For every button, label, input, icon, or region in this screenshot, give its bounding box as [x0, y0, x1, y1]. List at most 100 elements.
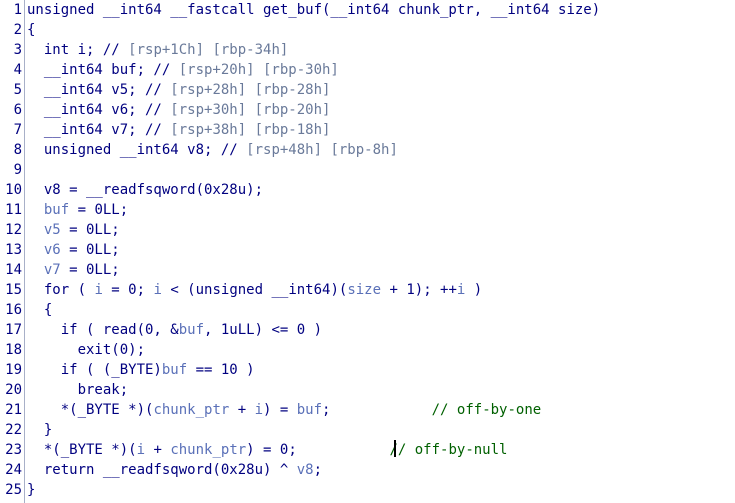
code-line[interactable]: 18 exit(0);: [0, 340, 735, 360]
code-token: = 0;: [102, 282, 154, 298]
code-line[interactable]: 25}: [0, 480, 735, 500]
code-line[interactable]: 16 {: [0, 300, 735, 320]
code-line[interactable]: 10 v8 = __readfsqword(0x28u);: [0, 180, 735, 200]
code-line[interactable]: 5 __int64 v5; // [rsp+28h] [rbp-28h]: [0, 80, 735, 100]
line-number: 19: [5, 362, 22, 378]
line-code: if ( (_BYTE)buf == 10 ): [27, 360, 255, 380]
line-number: 6: [13, 102, 22, 118]
code-line[interactable]: 9: [0, 160, 735, 180]
code-line[interactable]: 14 v7 = 0LL;: [0, 260, 735, 280]
line-number: 8: [13, 142, 22, 158]
code-token: __int64 v7; //: [27, 122, 171, 138]
line-code: __int64 buf; // [rsp+20h] [rbp-30h]: [27, 60, 339, 80]
code-token: buf: [161, 362, 188, 378]
line-number: 13: [5, 242, 22, 258]
code-line[interactable]: 15 for ( i = 0; i < (unsigned __int64)(s…: [0, 280, 735, 300]
code-token: +: [145, 442, 171, 458]
code-token: v5: [43, 222, 61, 238]
text-caret: [394, 440, 396, 457]
line-number: 3: [13, 42, 22, 58]
code-token: v8 = __readfsqword(0x28u);: [27, 182, 264, 198]
code-token: for (: [27, 282, 95, 298]
line-number: 2: [13, 22, 22, 38]
line-number: 9: [13, 162, 22, 178]
line-code: v6 = 0LL;: [27, 240, 120, 260]
code-line[interactable]: 20 break;: [0, 380, 735, 400]
code-line[interactable]: 4 __int64 buf; // [rsp+20h] [rbp-30h]: [0, 60, 735, 80]
line-code: buf = 0LL;: [27, 200, 128, 220]
code-line[interactable]: 2{: [0, 20, 735, 40]
code-token: i: [136, 442, 146, 458]
code-token: [rsp+38h] [rbp-18h]: [170, 122, 331, 138]
line-number: 23: [5, 442, 22, 458]
code-token: buf: [296, 402, 323, 418]
code-line[interactable]: 19 if ( (_BYTE)buf == 10 ): [0, 360, 735, 380]
code-token: , 1uLL) <= 0 ): [204, 322, 323, 338]
line-number: 20: [5, 382, 22, 398]
code-token: buf: [43, 202, 70, 218]
line-code: unsigned __int64 __fastcall get_buf(__in…: [27, 0, 600, 20]
code-token: +: [229, 402, 255, 418]
line-number: 10: [5, 182, 22, 198]
code-token: [rsp+28h] [rbp-28h]: [170, 82, 331, 98]
line-number: 12: [5, 222, 22, 238]
code-token: exit(0);: [27, 342, 146, 358]
code-line[interactable]: 1 unsigned __int64 __fastcall get_buf(__i…: [0, 0, 735, 20]
line-code: __int64 v5; // [rsp+28h] [rbp-28h]: [27, 80, 331, 100]
code-token: == 10 ): [187, 362, 255, 378]
code-token: __int64 v6; //: [27, 102, 171, 118]
code-token: + 1); ++: [381, 282, 457, 298]
line-number: 5: [13, 82, 22, 98]
code-token: ): [465, 282, 483, 298]
line-number: 22: [5, 422, 22, 438]
line-number: 24: [5, 462, 22, 478]
code-token: v7: [43, 262, 61, 278]
code-token: v6: [43, 242, 61, 258]
code-token: ;: [313, 462, 323, 478]
line-number: 17: [5, 322, 22, 338]
code-token: [rsp+30h] [rbp-20h]: [170, 102, 331, 118]
code-token: i: [254, 402, 264, 418]
pseudocode-editor[interactable]: 1 unsigned __int64 __fastcall get_buf(__i…: [0, 0, 735, 503]
code-token: i: [153, 282, 162, 298]
code-token: [rsp+1Ch] [rbp-34h]: [128, 42, 289, 58]
line-code: __int64 v6; // [rsp+30h] [rbp-20h]: [27, 100, 331, 120]
code-line[interactable]: 22 }: [0, 420, 735, 440]
code-line[interactable]: 8 unsigned __int64 v8; // [rsp+48h] [rbp…: [0, 140, 735, 160]
line-code: v5 = 0LL;: [27, 220, 120, 240]
code-line[interactable]: 21 *(_BYTE *)(chunk_ptr + i) = buf; // o…: [0, 400, 735, 420]
line-code: v8 = __readfsqword(0x28u);: [27, 180, 263, 200]
line-code: *(_BYTE *)(i + chunk_ptr) = 0; // off-by…: [27, 440, 508, 460]
code-line[interactable]: 13 v6 = 0LL;: [0, 240, 735, 260]
line-code: v7 = 0LL;: [27, 260, 120, 280]
code-token: v8: [296, 462, 314, 478]
code-token: ) =: [263, 402, 297, 418]
code-token: // off-by-null: [296, 442, 508, 458]
code-token: __int64 buf; //: [27, 62, 179, 78]
code-line[interactable]: 12 v5 = 0LL;: [0, 220, 735, 240]
code-line[interactable]: 23 *(_BYTE *)(i + chunk_ptr) = 0; // off…: [0, 440, 735, 460]
line-code: }: [27, 480, 35, 500]
line-code: {: [27, 300, 52, 320]
code-token: [rsp+48h] [rbp-8h]: [246, 142, 398, 158]
code-line[interactable]: 6 __int64 v6; // [rsp+30h] [rbp-20h]: [0, 100, 735, 120]
line-number: 15: [5, 282, 22, 298]
code-token: {: [27, 22, 36, 38]
code-token: {: [27, 302, 53, 318]
code-line[interactable]: 24 return __readfsqword(0x28u) ^ v8;: [0, 460, 735, 480]
code-line[interactable]: 3 int i; // [rsp+1Ch] [rbp-34h]: [0, 40, 735, 60]
code-token: = 0LL;: [60, 222, 120, 238]
line-code: for ( i = 0; i < (unsigned __int64)(size…: [27, 280, 482, 300]
code-line[interactable]: 17 if ( read(0, &buf, 1uLL) <= 0 ): [0, 320, 735, 340]
code-token: __int64 v5; //: [27, 82, 171, 98]
code-line[interactable]: 11 buf = 0LL;: [0, 200, 735, 220]
code-token: = 0LL;: [60, 242, 120, 258]
line-number: 1: [13, 2, 22, 18]
line-code: __int64 v7; // [rsp+38h] [rbp-18h]: [27, 120, 331, 140]
code-token: unsigned __int64 __fastcall get_buf(__in…: [27, 2, 601, 18]
code-token: size: [347, 282, 382, 298]
code-line[interactable]: 7 __int64 v7; // [rsp+38h] [rbp-18h]: [0, 120, 735, 140]
